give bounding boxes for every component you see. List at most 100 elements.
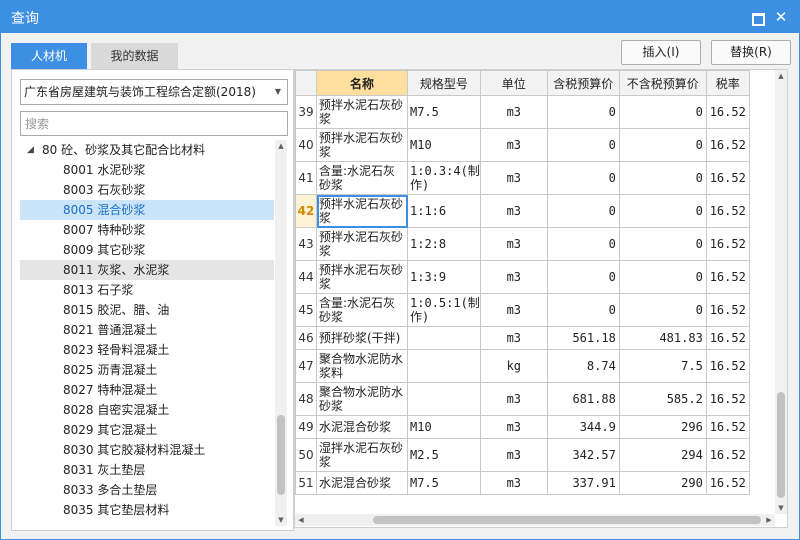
tree-item[interactable]: 8030 其它胶凝材料混凝土: [20, 440, 274, 460]
col-header-unit[interactable]: 单位: [479, 70, 548, 96]
cell-price-notax[interactable]: 7.5: [618, 349, 707, 383]
cell-spec[interactable]: 1:1:6: [407, 194, 481, 228]
quota-library-select[interactable]: 广东省房屋建筑与装饰工程综合定额(2018) ▼: [20, 79, 288, 105]
tree-item[interactable]: ◢ 80 砼、砂浆及其它配合比材料: [20, 140, 274, 160]
cell-price-tax[interactable]: 0: [546, 194, 620, 228]
col-header-spec[interactable]: 规格型号: [407, 70, 481, 96]
scroll-down-icon[interactable]: ▼: [275, 514, 287, 526]
row-number[interactable]: 48: [295, 382, 317, 416]
tree-item[interactable]: 8027 特种混凝土: [20, 380, 274, 400]
expand-arrow-icon[interactable]: ◢: [27, 140, 34, 160]
tree-item[interactable]: 8023 轻骨料混凝土: [20, 340, 274, 360]
cell-spec[interactable]: 1:3:9: [407, 260, 481, 294]
table-row[interactable]: 50 湿拌水泥石灰砂浆 M2.5 m3 342.57 294 16.52: [295, 438, 750, 472]
tree-item[interactable]: 8031 灰土垫层: [20, 460, 274, 480]
cell-rate[interactable]: 16.52: [705, 471, 750, 495]
table-row[interactable]: 48 聚合物水泥防水砂浆 m3 681.88 585.2 16.52: [295, 382, 750, 416]
table-row[interactable]: 47 聚合物水泥防水浆料 kg 8.74 7.5 16.52: [295, 349, 750, 383]
cell-price-tax[interactable]: 342.57: [546, 438, 620, 472]
tree-item[interactable]: 8015 胶泥、腊、油: [20, 300, 274, 320]
row-number[interactable]: 44: [295, 260, 317, 294]
table-row[interactable]: 45 含量:水泥石灰砂浆 1:0.5:1(制作) m3 0 0 16.52: [295, 293, 750, 327]
replace-button[interactable]: 替换(R): [711, 40, 791, 65]
cell-rate[interactable]: 16.52: [705, 382, 750, 416]
cell-price-tax[interactable]: 344.9: [546, 415, 620, 439]
row-number[interactable]: 46: [295, 326, 317, 350]
tree-item[interactable]: 8007 特种砂浆: [20, 220, 274, 240]
cell-unit[interactable]: m3: [479, 161, 548, 195]
cell-name[interactable]: 预拌水泥石灰砂浆: [316, 227, 408, 261]
cell-unit[interactable]: m3: [479, 95, 548, 129]
cell-spec[interactable]: M2.5: [407, 438, 481, 472]
cell-price-tax[interactable]: 0: [546, 227, 620, 261]
tree-item[interactable]: 8033 多合土垫层: [20, 480, 274, 500]
col-header-price-notax[interactable]: 不含税预算价: [618, 70, 707, 96]
insert-button[interactable]: 插入(I): [621, 40, 701, 65]
cell-rate[interactable]: 16.52: [705, 227, 750, 261]
cell-name[interactable]: 含量:水泥石灰砂浆: [316, 161, 408, 195]
scroll-up-icon[interactable]: ▲: [775, 70, 787, 82]
cell-unit[interactable]: m3: [479, 415, 548, 439]
cell-name[interactable]: 水泥混合砂浆: [316, 471, 408, 495]
cell-spec[interactable]: M10: [407, 415, 481, 439]
cell-price-notax[interactable]: 0: [618, 161, 707, 195]
tree-item[interactable]: 8025 沥青混凝土: [20, 360, 274, 380]
cell-spec[interactable]: [407, 349, 481, 383]
row-number[interactable]: 45: [295, 293, 317, 327]
cell-unit[interactable]: m3: [479, 260, 548, 294]
cell-spec[interactable]: M10: [407, 128, 481, 162]
cell-name[interactable]: 预拌水泥石灰砂浆: [316, 128, 408, 162]
cell-price-notax[interactable]: 0: [618, 194, 707, 228]
cell-price-tax[interactable]: 0: [546, 161, 620, 195]
cell-price-notax[interactable]: 294: [618, 438, 707, 472]
table-row[interactable]: 40 预拌水泥石灰砂浆 M10 m3 0 0 16.52: [295, 128, 750, 162]
cell-rate[interactable]: 16.52: [705, 161, 750, 195]
cell-price-notax[interactable]: 585.2: [618, 382, 707, 416]
cell-name[interactable]: 聚合物水泥防水浆料: [316, 349, 408, 383]
close-icon[interactable]: ✕: [773, 9, 789, 25]
maximize-icon[interactable]: [749, 9, 765, 26]
scroll-right-icon[interactable]: ▶: [763, 514, 775, 526]
tree-scrollbar[interactable]: ▲ ▼: [275, 140, 287, 526]
row-number[interactable]: 50: [295, 438, 317, 472]
table-row[interactable]: 42 预拌水泥石灰砂浆 1:1:6 m3 0 0 16.52: [295, 194, 750, 228]
cell-price-tax[interactable]: 561.18: [546, 326, 620, 350]
grid-vertical-scrollbar[interactable]: ▲ ▼: [775, 70, 787, 514]
cell-name[interactable]: 含量:水泥石灰砂浆: [316, 293, 408, 327]
cell-name[interactable]: 预拌砂浆(干拌): [316, 326, 408, 350]
cell-price-notax[interactable]: 290: [618, 471, 707, 495]
tree-item[interactable]: 8029 其它混凝土: [20, 420, 274, 440]
cell-price-notax[interactable]: 0: [618, 293, 707, 327]
scroll-left-icon[interactable]: ◀: [295, 514, 307, 526]
cell-price-tax[interactable]: 337.91: [546, 471, 620, 495]
cell-name[interactable]: 预拌水泥石灰砂浆: [316, 194, 408, 228]
cell-price-tax[interactable]: 0: [546, 293, 620, 327]
cell-unit[interactable]: m3: [479, 326, 548, 350]
cell-unit[interactable]: m3: [479, 382, 548, 416]
row-number[interactable]: 40: [295, 128, 317, 162]
cell-spec[interactable]: M7.5: [407, 95, 481, 129]
tree-item[interactable]: 8001 水泥砂浆: [20, 160, 274, 180]
col-header-rate[interactable]: 税率: [705, 70, 750, 96]
tree-item[interactable]: 8035 其它垫层材料: [20, 500, 274, 520]
cell-price-tax[interactable]: 8.74: [546, 349, 620, 383]
table-row[interactable]: 41 含量:水泥石灰砂浆 1:0.3:4(制作) m3 0 0 16.52: [295, 161, 750, 195]
row-number[interactable]: 47: [295, 349, 317, 383]
table-row[interactable]: 43 预拌水泥石灰砂浆 1:2:8 m3 0 0 16.52: [295, 227, 750, 261]
cell-rate[interactable]: 16.52: [705, 326, 750, 350]
tree-item[interactable]: 8005 混合砂浆: [20, 200, 274, 220]
search-input[interactable]: [20, 111, 288, 136]
grid-horizontal-scrollbar[interactable]: ◀ ▶: [295, 514, 775, 526]
row-number[interactable]: 43: [295, 227, 317, 261]
chevron-down-icon[interactable]: ▼: [275, 80, 281, 104]
cell-price-notax[interactable]: 0: [618, 128, 707, 162]
cell-rate[interactable]: 16.52: [705, 349, 750, 383]
tree-item[interactable]: 8011 灰浆、水泥浆: [20, 260, 274, 280]
cell-unit[interactable]: m3: [479, 128, 548, 162]
cell-unit[interactable]: m3: [479, 471, 548, 495]
cell-price-tax[interactable]: 0: [546, 260, 620, 294]
cell-spec[interactable]: [407, 382, 481, 416]
tab-my-data[interactable]: 我的数据: [91, 43, 178, 69]
row-number[interactable]: 41: [295, 161, 317, 195]
tree-item[interactable]: 8003 石灰砂浆: [20, 180, 274, 200]
